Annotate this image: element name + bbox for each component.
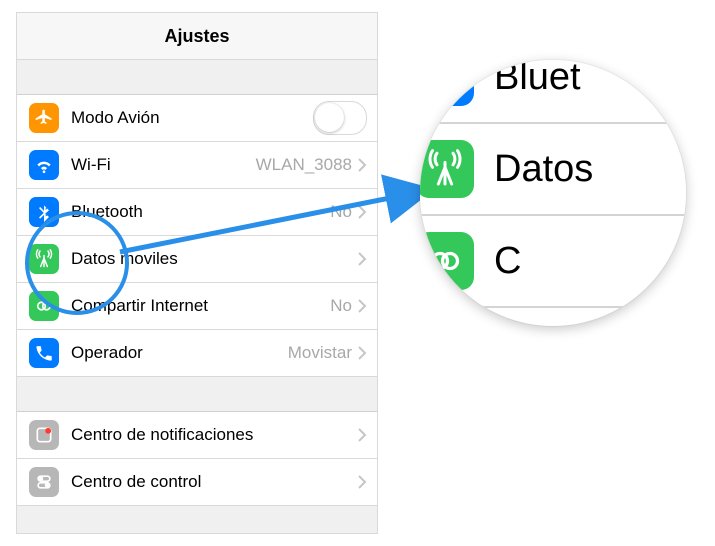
row-personal-hotspot[interactable]: Compartir Internet No [17,283,377,330]
settings-window: Ajustes Modo Avión Wi-Fi WLAN_3088 Bluet… [16,12,378,534]
chevron-right-icon [358,428,367,442]
notification-center-icon [29,420,59,450]
cell-tower-icon [420,140,474,198]
toggle-knob [315,103,344,132]
row-label: Operador [71,343,143,363]
row-label: Centro de notificaciones [71,425,253,445]
row-carrier[interactable]: Operador Movistar [17,330,377,377]
zoom-lens: Bluet Datos C [420,60,686,326]
section-gap [17,377,377,412]
chevron-right-icon [358,475,367,489]
row-label: Wi-Fi [71,155,111,175]
hotspot-icon [29,291,59,321]
bluetooth-icon [420,60,474,106]
row-cellular-data[interactable]: Datos moviles [17,236,377,283]
phone-icon [29,338,59,368]
zoom-label: Datos [494,148,593,191]
chevron-right-icon [358,158,367,172]
control-center-icon [29,467,59,497]
chevron-right-icon [358,346,367,360]
row-label: Bluetooth [71,202,143,222]
wifi-icon [29,150,59,180]
page-title: Ajustes [17,13,377,60]
row-control-center[interactable]: Centro de control [17,459,377,506]
row-bluetooth[interactable]: Bluetooth No [17,189,377,236]
row-label: Datos moviles [71,249,178,269]
zoom-row-hotspot: C [420,216,686,308]
bluetooth-icon [29,197,59,227]
row-value: No [330,296,352,316]
row-label: Centro de control [71,472,201,492]
row-airplane-mode[interactable]: Modo Avión [17,95,377,142]
airplane-icon [29,103,59,133]
chevron-right-icon [358,299,367,313]
row-value: WLAN_3088 [256,155,352,175]
zoom-row-bluetooth: Bluet [420,60,686,124]
row-label: Modo Avión [71,108,160,128]
chevron-right-icon [358,205,367,219]
zoom-label: C [494,240,521,283]
row-wifi[interactable]: Wi-Fi WLAN_3088 [17,142,377,189]
zoom-label: Bluet [494,60,581,99]
airplane-toggle[interactable] [313,101,367,135]
row-value: Movistar [288,343,352,363]
row-label: Compartir Internet [71,296,208,316]
cell-tower-icon [29,244,59,274]
section-gap [17,60,377,95]
chevron-right-icon [358,252,367,266]
hotspot-icon [420,232,474,290]
zoom-row-cellular: Datos [420,124,686,216]
row-value: No [330,202,352,222]
row-notification-center[interactable]: Centro de notificaciones [17,412,377,459]
